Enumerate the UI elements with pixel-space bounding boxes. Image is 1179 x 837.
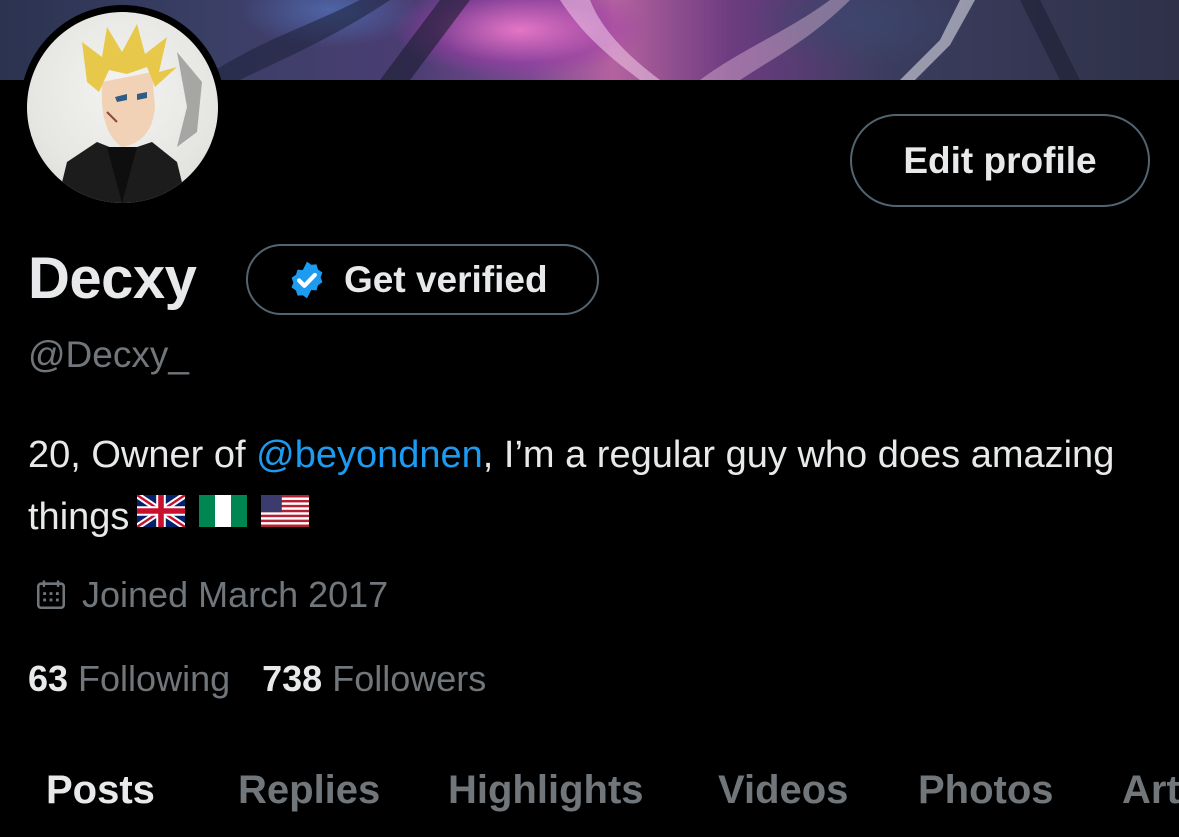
tab-photos[interactable]: Photos — [918, 768, 1054, 813]
joined-date: Joined March 2017 — [34, 574, 388, 616]
tab-highlights[interactable]: Highlights — [448, 768, 644, 813]
get-verified-label: Get verified — [344, 258, 548, 300]
uk-flag-icon — [135, 484, 188, 546]
us-flag-icon — [261, 484, 310, 546]
followers-label: Followers — [332, 658, 487, 699]
calendar-icon — [34, 578, 68, 612]
tab-articles[interactable]: Art — [1122, 768, 1179, 813]
following-label: Following — [78, 658, 231, 699]
profile-tabs: Posts Replies Highlights Videos Photos A… — [0, 762, 1179, 837]
nigeria-flag-icon — [199, 484, 248, 546]
get-verified-button[interactable]: Get verified — [246, 244, 599, 315]
followers-link[interactable]: 738 Followers — [262, 656, 486, 702]
follow-stats: 63 Following 738 Followers — [28, 656, 486, 702]
following-count: 63 — [28, 658, 69, 699]
following-link[interactable]: 63 Following — [28, 656, 230, 702]
edit-profile-button[interactable]: Edit profile — [850, 114, 1150, 207]
joined-text: Joined March 2017 — [82, 574, 389, 615]
profile-bio: 20, Owner of @beyondnen, I’m a regular g… — [28, 424, 1148, 550]
bio-mention-link[interactable]: @beyondnen — [256, 434, 483, 476]
verified-badge-icon — [286, 259, 328, 301]
tab-posts[interactable]: Posts — [46, 768, 155, 813]
followers-count: 738 — [262, 658, 323, 699]
display-name: Decxy — [28, 246, 197, 311]
tab-replies[interactable]: Replies — [238, 768, 380, 813]
tab-videos[interactable]: Videos — [718, 768, 848, 813]
avatar-image — [27, 12, 218, 203]
profile-handle: @Decxy_ — [28, 334, 189, 375]
bio-text: 20, Owner of — [28, 434, 257, 476]
profile-avatar[interactable] — [20, 5, 225, 210]
